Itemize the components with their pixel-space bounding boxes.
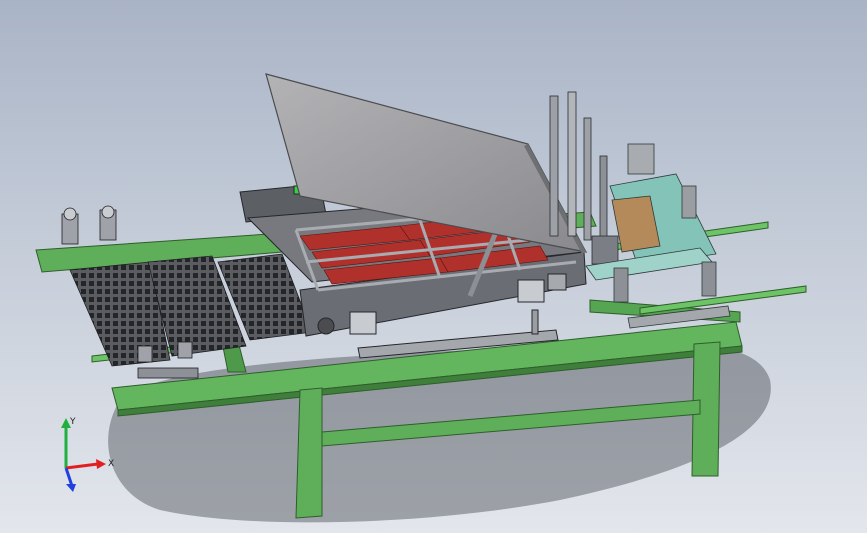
- slide-post[interactable]: [531, 309, 539, 335]
- guide-post-4[interactable]: [599, 155, 608, 247]
- feed-left-post[interactable]: [613, 267, 629, 303]
- guide-post-1[interactable]: [549, 95, 559, 237]
- triad-x-label: X: [108, 459, 114, 469]
- triad-x-arrow-icon: [96, 459, 106, 469]
- triad-z-arrow-icon: [66, 484, 76, 492]
- guide-base-block[interactable]: [591, 235, 619, 265]
- feed-right-post[interactable]: [701, 261, 717, 297]
- clamp-knob-left[interactable]: [63, 207, 77, 221]
- guide-post-3[interactable]: [583, 117, 592, 241]
- triad-z-axis: [64, 467, 74, 487]
- clamp-knob-right[interactable]: [101, 205, 115, 219]
- orientation-triad: Y X: [61, 417, 114, 492]
- frame-front-leg-left[interactable]: [295, 387, 323, 519]
- guide-post-2[interactable]: [567, 91, 577, 237]
- triad-y-label: Y: [69, 417, 76, 427]
- side-bracket-1[interactable]: [349, 311, 377, 335]
- motor-knob[interactable]: [317, 317, 335, 335]
- feed-upper-bracket[interactable]: [627, 143, 655, 175]
- left-base-bracket[interactable]: [137, 367, 199, 379]
- cad-model-scene[interactable]: [0, 0, 867, 533]
- graphics-viewport[interactable]: Y X: [0, 0, 867, 533]
- feed-side-bracket[interactable]: [681, 185, 697, 219]
- side-bracket-3[interactable]: [547, 273, 567, 291]
- clamp-bottom-right[interactable]: [177, 341, 193, 359]
- side-bracket-2[interactable]: [517, 279, 545, 303]
- clamp-bottom-left[interactable]: [137, 345, 153, 363]
- triad-x-axis: [65, 462, 99, 470]
